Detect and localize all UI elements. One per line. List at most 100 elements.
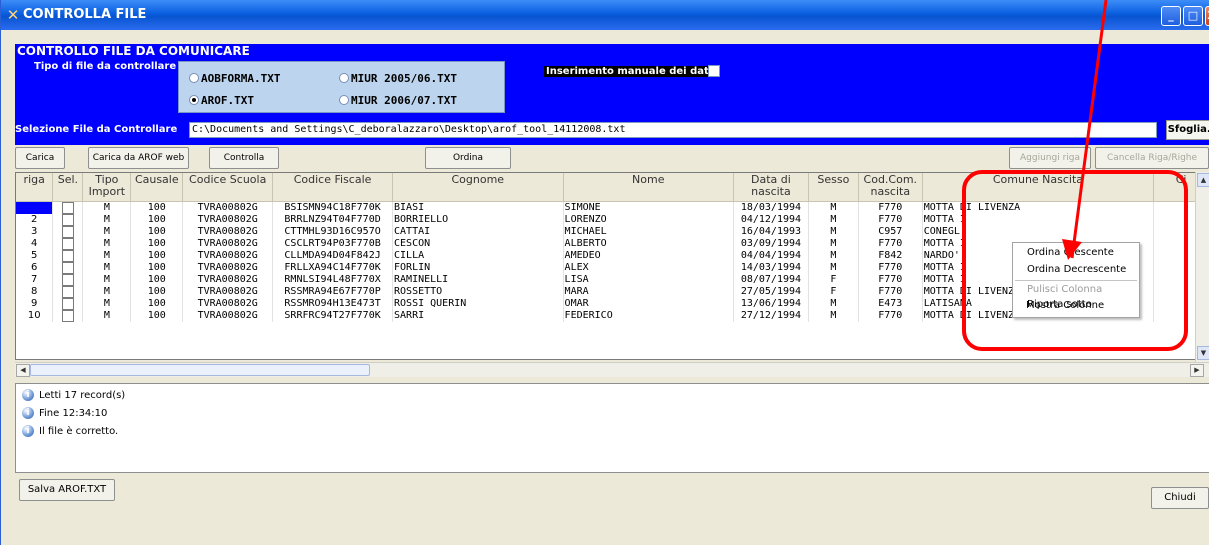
table-cell[interactable]: F770	[858, 309, 923, 322]
close-button[interactable]: X	[1205, 6, 1209, 26]
row-number[interactable]: 2	[16, 213, 54, 226]
radio-miur-2006[interactable]: MIUR 2006/07.TXT	[339, 94, 457, 107]
scroll-left-icon[interactable]: ◀	[16, 364, 30, 377]
table-cell[interactable]: SIMONE	[563, 201, 734, 214]
table-cell[interactable]: F	[808, 285, 859, 298]
row-select-checkbox[interactable]	[61, 297, 74, 310]
table-cell[interactable]: M	[808, 213, 859, 226]
radio-aobforma[interactable]: AOBFORMA.TXT	[189, 72, 280, 85]
title-bar[interactable]: ✕ CONTROLLA FILE _ □ X	[1, 0, 1209, 30]
select-checkbox-cell[interactable]	[52, 237, 84, 250]
sort-button[interactable]: Ordina	[425, 147, 511, 169]
table-cell[interactable]: M	[808, 261, 859, 274]
table-cell[interactable]: 100	[130, 285, 184, 298]
table-cell[interactable]: CLLMDA94D04F842J	[272, 249, 394, 262]
row-select-checkbox[interactable]	[61, 249, 74, 262]
table-cell[interactable]: FEDERICO	[563, 309, 734, 322]
table-cell[interactable]: ROSSI QUERIN	[392, 297, 564, 310]
table-cell[interactable]: 100	[130, 297, 184, 310]
table-cell[interactable]: C957	[858, 225, 923, 238]
table-cell[interactable]: 100	[130, 213, 184, 226]
table-cell[interactable]: M	[82, 261, 132, 274]
table-cell[interactable]: TVRA00802G	[182, 261, 274, 274]
menu-item-sort-ascending[interactable]: Ordina Crescente	[1027, 246, 1114, 260]
table-cell[interactable]: M	[808, 201, 859, 214]
column-header[interactable]: riga	[16, 173, 54, 202]
column-header[interactable]: Causale	[130, 173, 184, 202]
row-number[interactable]: 7	[16, 273, 54, 286]
file-path-input[interactable]: C:\Documents and Settings\C_deboralazzar…	[189, 122, 1157, 138]
column-header[interactable]: Tipo Import	[82, 173, 132, 202]
select-checkbox-cell[interactable]	[52, 213, 84, 226]
row-number[interactable]: 8	[16, 285, 54, 298]
table-cell[interactable]: BORRIELLO	[392, 213, 564, 226]
table-cell[interactable]: M	[82, 249, 132, 262]
table-cell[interactable]: F770	[858, 285, 923, 298]
menu-item-show-columns[interactable]: Mostra Colonne	[1026, 299, 1104, 313]
table-cell[interactable]: TVRA00802G	[182, 297, 274, 310]
select-checkbox-cell[interactable]	[52, 297, 84, 310]
row-select-checkbox[interactable]	[61, 261, 74, 274]
column-header[interactable]: Cognome	[392, 173, 564, 202]
table-cell[interactable]: MOTTA I	[922, 213, 1155, 226]
table-cell[interactable]: F770	[858, 261, 923, 274]
table-cell[interactable]: ALEX	[563, 261, 734, 274]
table-cell[interactable]: 18/03/1994	[733, 201, 809, 214]
row-select-checkbox[interactable]	[61, 201, 74, 214]
table-cell[interactable]: E473	[858, 297, 923, 310]
table-cell[interactable]: LISA	[563, 273, 734, 286]
table-cell[interactable]: M	[82, 285, 132, 298]
table-cell[interactable]: M	[82, 273, 132, 286]
scroll-down-icon[interactable]: ▼	[1197, 346, 1209, 360]
table-cell[interactable]: 100	[130, 309, 184, 322]
table-cell[interactable]: M	[82, 225, 132, 238]
row-number[interactable]: 6	[16, 261, 54, 274]
table-cell[interactable]: FORLIN	[392, 261, 564, 274]
table-cell[interactable]: CATTAI	[392, 225, 564, 238]
table-cell[interactable]: F842	[858, 249, 923, 262]
table-cell[interactable]: CONEGL	[922, 225, 1155, 238]
table-cell[interactable]: M	[82, 201, 132, 214]
table-cell[interactable]: CTTMHL93D16C957O	[272, 225, 394, 238]
table-cell[interactable]: 13/06/1994	[733, 297, 809, 310]
table-cell[interactable]: F	[808, 273, 859, 286]
table-cell[interactable]: MARA	[563, 285, 734, 298]
table-cell[interactable]: ALBERTO	[563, 237, 734, 250]
column-header[interactable]: Sesso	[808, 173, 859, 202]
browse-button[interactable]: Sfoglia...	[1166, 120, 1209, 140]
row-select-checkbox[interactable]	[61, 285, 74, 298]
close-dialog-button[interactable]: Chiudi	[1151, 487, 1209, 509]
table-cell[interactable]: 03/09/1994	[733, 237, 809, 250]
row-number[interactable]: 5	[16, 249, 54, 262]
table-cell[interactable]: 14/03/1994	[733, 261, 809, 274]
radio-arof[interactable]: AROF.TXT	[189, 94, 254, 107]
column-header[interactable]: Codice Scuola	[182, 173, 274, 202]
table-cell[interactable]: 100	[130, 249, 184, 262]
select-checkbox-cell[interactable]	[52, 309, 84, 322]
table-cell[interactable]: FRLLXA94C14F770K	[272, 261, 394, 274]
scroll-thumb[interactable]	[30, 364, 370, 376]
table-cell[interactable]: M	[808, 225, 859, 238]
table-cell[interactable]: TVRA00802G	[182, 273, 274, 286]
row-number[interactable]: 10	[16, 309, 54, 322]
table-cell[interactable]: M	[82, 237, 132, 250]
row-select-checkbox[interactable]	[61, 213, 74, 226]
table-cell[interactable]: ROSSETTO	[392, 285, 564, 298]
table-cell[interactable]: F770	[858, 201, 923, 214]
table-cell[interactable]: 100	[130, 225, 184, 238]
table-cell[interactable]: TVRA00802G	[182, 225, 274, 238]
table-cell[interactable]: CILLA	[392, 249, 564, 262]
load-web-button[interactable]: Carica da AROF web	[88, 147, 189, 169]
select-checkbox-cell[interactable]	[52, 225, 84, 238]
scroll-right-icon[interactable]: ▶	[1190, 364, 1204, 377]
table-cell[interactable]: MOTTA DI LIVENZA	[922, 201, 1155, 214]
menu-item-sort-descending[interactable]: Ordina Decrescente	[1027, 263, 1126, 277]
save-button[interactable]: Salva AROF.TXT	[19, 479, 115, 501]
select-checkbox-cell[interactable]	[52, 249, 84, 262]
table-cell[interactable]: F770	[858, 213, 923, 226]
table-cell[interactable]: M	[82, 297, 132, 310]
row-number[interactable]: 3	[16, 225, 54, 238]
table-cell[interactable]: M	[808, 297, 859, 310]
table-cell[interactable]: 27/12/1994	[733, 309, 809, 322]
table-cell[interactable]: RSSMRA94E67F770P	[272, 285, 394, 298]
